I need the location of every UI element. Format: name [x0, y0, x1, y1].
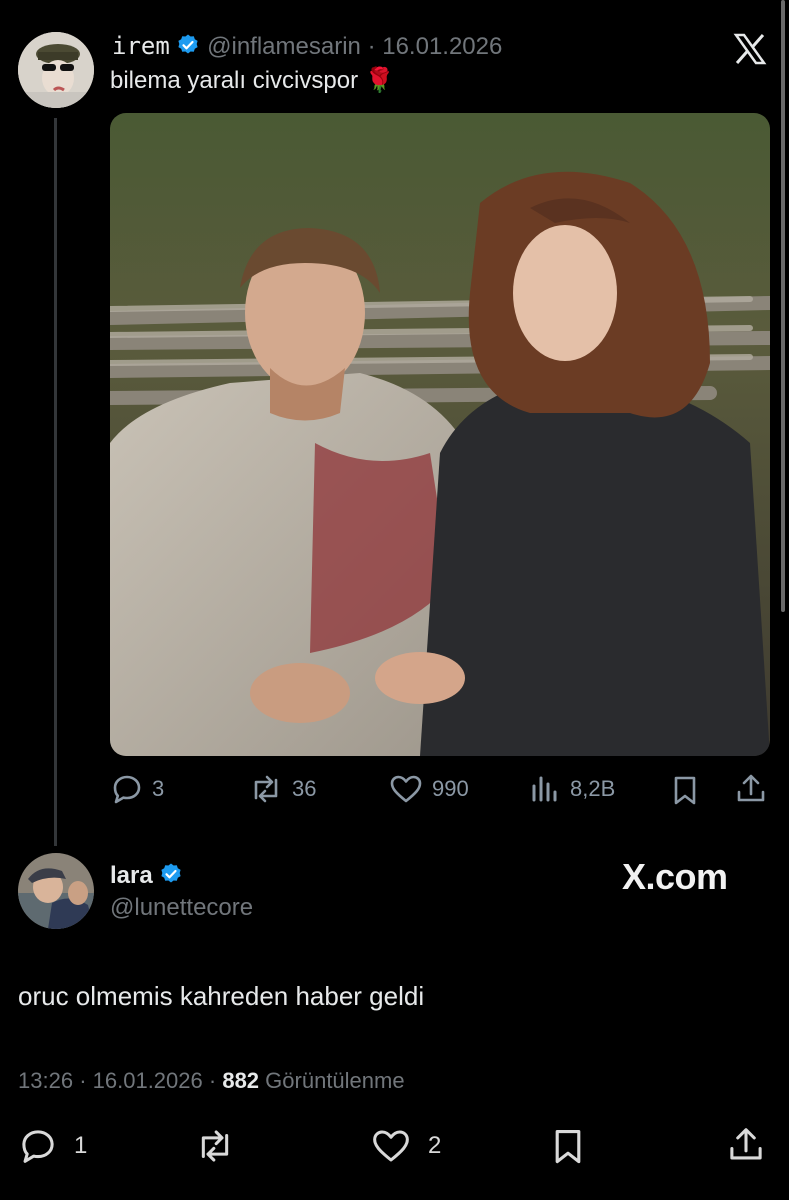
x-com-watermark: X.com [622, 856, 728, 898]
display-name[interactable]: lara [110, 862, 153, 889]
like-count: 990 [432, 776, 469, 801]
tweet-header-irem: irem @inflamesarin · 16.01.2026 [112, 32, 502, 64]
reply-count: 1 [74, 1132, 88, 1159]
separator: · [367, 33, 376, 60]
reply-icon [110, 772, 144, 806]
verified-badge-icon [176, 33, 200, 64]
display-name[interactable]: irem [112, 32, 170, 60]
scrollbar[interactable] [781, 0, 785, 612]
x-logo-icon[interactable] [733, 32, 767, 66]
bookmark-icon[interactable] [670, 774, 700, 811]
tweet-meta: 13:26 · 16.01.2026 · 882 Görüntülenme [18, 1068, 405, 1093]
repost-icon [248, 772, 284, 806]
reply-action[interactable]: 3 [110, 772, 164, 806]
views-count: 882 [222, 1068, 260, 1093]
tweet-date[interactable]: 16.01.2026 [93, 1068, 203, 1093]
handle[interactable]: @lunettecore [110, 894, 253, 922]
repost-count: 36 [292, 776, 317, 801]
repost-icon [194, 1126, 236, 1166]
reply-action[interactable]: 1 [18, 1126, 87, 1166]
avatar-irem[interactable] [18, 32, 94, 108]
separator: · [79, 1068, 87, 1093]
tweet-header-lara: lara [110, 862, 183, 893]
tweet-text: bilema yaralı civcivspor 🌹 [110, 67, 395, 94]
repost-action[interactable]: 36 [248, 772, 316, 806]
like-action[interactable]: 990 [388, 772, 469, 806]
views-count: 8,2B [570, 776, 616, 801]
heart-icon [388, 772, 424, 806]
heart-icon [370, 1126, 412, 1166]
tweet-text: oruc olmemis kahreden haber geldi [18, 981, 425, 1011]
reply-icon [18, 1126, 58, 1166]
tweet-time[interactable]: 13:26 [18, 1068, 73, 1093]
avatar-lara[interactable] [18, 853, 94, 929]
like-count: 2 [428, 1132, 442, 1159]
tweet-date[interactable]: 16.01.2026 [382, 33, 502, 60]
share-icon[interactable] [734, 772, 768, 811]
repost-action[interactable] [194, 1126, 244, 1166]
x-com-label: X.com [622, 856, 728, 897]
reply-count: 3 [152, 776, 165, 801]
views-action[interactable]: 8,2B [530, 772, 615, 806]
bookmark-icon[interactable] [550, 1126, 586, 1171]
like-action[interactable]: 2 [370, 1126, 441, 1166]
thread-connector-line [54, 118, 57, 846]
views-label: Görüntülenme [265, 1068, 405, 1093]
handle[interactable]: @inflamesarin [207, 33, 361, 60]
analytics-icon [530, 772, 562, 806]
verified-badge-icon [159, 862, 183, 893]
tweet-photo[interactable] [110, 113, 770, 756]
share-icon[interactable] [726, 1124, 766, 1171]
